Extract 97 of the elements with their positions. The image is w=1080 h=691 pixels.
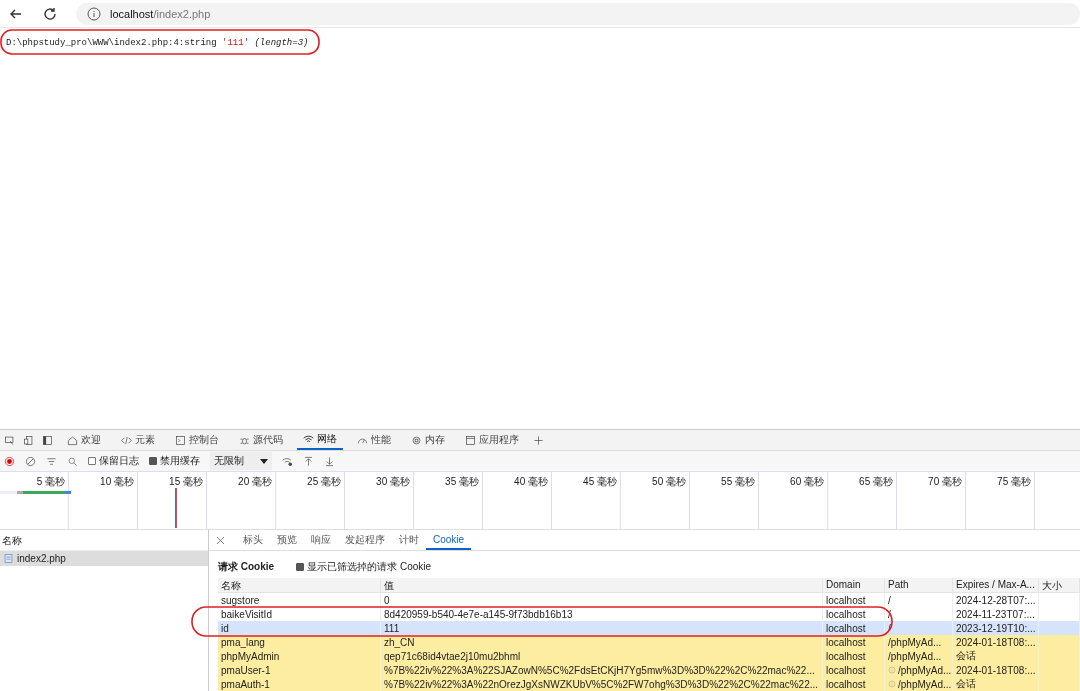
inspect-icon[interactable] xyxy=(4,434,15,446)
sidebar-icon[interactable] xyxy=(42,434,53,446)
table-cell xyxy=(1039,621,1080,635)
table-cell: 会话 xyxy=(953,649,1039,663)
table-cell: %7B%22iv%22%3A%22nOrezJgXsNWZKUbV%5C%2FW7ohg%3D%3D%22%2C%22mac%22... xyxy=(381,677,823,691)
devtools-tab[interactable]: 源代码 xyxy=(233,430,289,450)
clear-icon[interactable] xyxy=(25,455,36,467)
time-tick-label: 25 毫秒 xyxy=(307,475,341,489)
table-cell: sugstore xyxy=(218,593,381,607)
time-tick-label: 35 毫秒 xyxy=(445,475,479,489)
detail-tab[interactable]: 标头 xyxy=(236,530,270,550)
device-icon[interactable] xyxy=(23,434,34,446)
detail-tab[interactable]: 响应 xyxy=(304,530,338,550)
table-cell: localhost xyxy=(823,649,885,663)
request-row[interactable]: index2.php xyxy=(0,551,208,566)
download-icon[interactable] xyxy=(324,455,335,467)
home-icon xyxy=(67,434,78,446)
network-settings-icon[interactable] xyxy=(282,455,293,467)
time-tick-label: 65 毫秒 xyxy=(859,475,893,489)
close-icon[interactable] xyxy=(215,534,226,546)
window-icon xyxy=(465,434,476,446)
info-icon[interactable] xyxy=(86,5,102,22)
column-header[interactable]: 名称 xyxy=(218,578,381,593)
column-header[interactable]: Domain xyxy=(823,578,885,593)
throttle-dropdown[interactable]: 无限制 xyxy=(210,452,272,470)
devtools-tab[interactable]: 内存 xyxy=(405,430,451,450)
table-cell: pmaAuth-1 xyxy=(218,677,381,691)
devtools-tab[interactable]: 性能 xyxy=(351,430,397,450)
table-cell: /phpMyAd... xyxy=(885,649,953,663)
table-cell: / xyxy=(885,593,953,607)
table-cell: 2024-01-18T08:... xyxy=(953,663,1039,677)
detail-tab[interactable]: 计时 xyxy=(392,530,426,550)
code-icon xyxy=(121,434,132,446)
table-cell: localhost xyxy=(823,593,885,607)
table-cell: localhost xyxy=(823,621,885,635)
devtools-tab[interactable]: 元素 xyxy=(115,430,161,450)
detail-tab[interactable]: Cookie xyxy=(426,530,472,550)
table-cell: 111 xyxy=(381,621,823,635)
time-tick-label: 15 毫秒 xyxy=(169,475,203,489)
time-tick-label: 50 毫秒 xyxy=(652,475,686,489)
time-tick-label: 10 毫秒 xyxy=(100,475,134,489)
load-marker xyxy=(175,488,177,528)
table-cell: /phpMyAd... xyxy=(885,635,953,649)
devtools-tab[interactable]: 控制台 xyxy=(169,430,225,450)
search-icon[interactable] xyxy=(67,455,78,467)
section-title: 请求 Cookie xyxy=(218,560,275,574)
devtools-tab[interactable]: 欢迎 xyxy=(61,430,107,450)
column-header[interactable]: 大小 xyxy=(1039,578,1080,593)
table-cell: /phpMyAd... xyxy=(885,663,953,677)
time-tick-label: 5 毫秒 xyxy=(36,475,65,489)
address-bar[interactable]: localhost/index2.php xyxy=(76,2,1080,25)
detail-tab[interactable]: 预览 xyxy=(270,530,304,550)
timeline-overview[interactable]: 5 毫秒 10 毫秒 15 毫秒 20 毫秒 25 毫秒 30 毫秒 35 毫秒 40 毫秒 45 毫秒 50 毫秒 55 毫秒 60 毫秒 65 毫秒 70 毫秒 75 毫秒 xyxy=(0,472,1080,530)
time-tick-label: 30 毫秒 xyxy=(376,475,410,489)
time-tick-label: 55 毫秒 xyxy=(721,475,755,489)
var-dump-output: D:\phpstudy_pro\WWW\index2.php:4:string '111' (length=3) xyxy=(6,37,309,49)
table-cell: 会话 xyxy=(953,677,1039,691)
wifi-icon xyxy=(303,433,314,445)
time-tick-label: 40 毫秒 xyxy=(514,475,548,489)
table-cell: localhost xyxy=(823,677,885,691)
preserve-log-checkbox[interactable]: 保留日志 xyxy=(88,454,139,468)
devtools-tab[interactable]: 应用程序 xyxy=(459,430,525,450)
table-cell xyxy=(1039,677,1080,691)
detail-tab[interactable]: 发起程序 xyxy=(338,530,392,550)
table-cell: localhost xyxy=(823,663,885,677)
column-header[interactable]: 值 xyxy=(381,578,823,593)
table-cell: pmaUser-1 xyxy=(218,663,381,677)
waterfall-bar xyxy=(0,491,71,494)
time-tick-label: 70 毫秒 xyxy=(928,475,962,489)
filter-icon[interactable] xyxy=(46,455,57,467)
time-tick-label: 45 毫秒 xyxy=(583,475,617,489)
table-cell: id xyxy=(218,621,381,635)
table-cell: %7B%22iv%22%3A%22SJAZowN%5C%2FdsEtCKjH7Yg5mw%3D%3D%22%2C%22mac%22... xyxy=(381,663,823,677)
record-icon[interactable] xyxy=(4,455,15,467)
column-header[interactable]: Expires / Max-A... xyxy=(953,578,1039,593)
info-icon xyxy=(888,666,896,674)
info-icon xyxy=(888,680,896,688)
file-icon xyxy=(3,553,14,564)
disable-cache-checkbox[interactable]: 禁用缓存 xyxy=(149,454,200,468)
refresh-icon[interactable] xyxy=(42,5,58,22)
table-cell: 2024-12-28T07:... xyxy=(953,593,1039,607)
table-cell: 2023-12-19T10:... xyxy=(953,621,1039,635)
time-tick-label: 20 毫秒 xyxy=(238,475,272,489)
column-header[interactable]: Path xyxy=(885,578,953,593)
table-cell: 2024-01-18T08:... xyxy=(953,635,1039,649)
time-tick-label: 60 毫秒 xyxy=(790,475,824,489)
table-cell: phpMyAdmin xyxy=(218,649,381,663)
table-cell: 0 xyxy=(381,593,823,607)
table-cell: /phpMyAd... xyxy=(885,677,953,691)
show-filtered-checkbox[interactable]: 显示已筛选掉的请求 Cookie xyxy=(296,560,432,574)
table-cell xyxy=(1039,635,1080,649)
console-icon xyxy=(175,434,186,446)
chip-icon xyxy=(411,434,422,446)
time-tick-label: 75 毫秒 xyxy=(997,475,1031,489)
add-icon[interactable] xyxy=(533,434,544,446)
table-cell: qep71c68id4vtae2j10mu2bhml xyxy=(381,649,823,663)
upload-icon[interactable] xyxy=(303,455,314,467)
